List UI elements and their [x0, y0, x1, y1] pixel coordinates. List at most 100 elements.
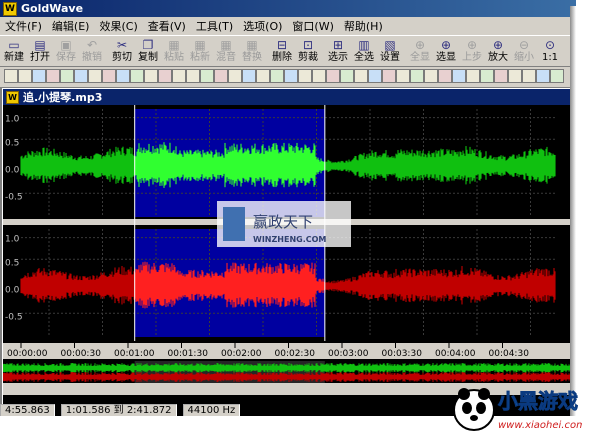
toolbar-button-15[interactable]: ⊕ 全显 — [409, 37, 431, 65]
toolbar-button-16[interactable]: ⊕ 选显 — [435, 37, 457, 65]
menu-item-2[interactable]: 效果(C) — [94, 18, 142, 34]
copy-icon: ❐ — [142, 38, 154, 52]
toolbar-button-2[interactable]: ▣ 保存 — [55, 37, 77, 65]
toolbar-button-label: 设置 — [380, 52, 400, 63]
replace-icon: ▦ — [246, 38, 258, 52]
toolbar-button-5[interactable]: ❐ 复制 — [137, 37, 159, 65]
delete-icon: ⊟ — [276, 38, 288, 52]
effect-tool-icon[interactable] — [452, 69, 466, 83]
effect-tool-icon[interactable] — [340, 69, 354, 83]
effect-tool-icon[interactable] — [60, 69, 74, 83]
toolbar-button-11[interactable]: ⊡ 剪裁 — [297, 37, 319, 65]
effect-tool-icon[interactable] — [172, 69, 186, 83]
effect-tool-icon[interactable] — [466, 69, 480, 83]
effect-tool-icon[interactable] — [298, 69, 312, 83]
effects-toolbar — [0, 67, 576, 88]
document-title-bar[interactable]: W 追.小提琴.mp3 — [3, 89, 576, 105]
menu-item-3[interactable]: 查看(V) — [143, 18, 191, 34]
effect-tool-icon[interactable] — [382, 69, 396, 83]
effect-tool-icon[interactable] — [424, 69, 438, 83]
paste-new-icon: ▦ — [194, 38, 206, 52]
effect-tool-icon[interactable] — [116, 69, 130, 83]
open-folder-icon: ▤ — [34, 38, 46, 52]
effect-tool-icon[interactable] — [46, 69, 60, 83]
effect-tool-icon[interactable] — [438, 69, 452, 83]
effect-tool-icon[interactable] — [158, 69, 172, 83]
effect-tool-icon[interactable] — [186, 69, 200, 83]
toolbar-button-12[interactable]: ⊞ 选示 — [327, 37, 349, 65]
menu-item-5[interactable]: 选项(O) — [238, 18, 287, 34]
amplitude-tick-label: 0.5 — [5, 258, 19, 268]
effect-tool-icon[interactable] — [536, 69, 550, 83]
effect-tool-icon[interactable] — [256, 69, 270, 83]
menu-item-7[interactable]: 帮助(H) — [339, 18, 388, 34]
effect-tool-icon[interactable] — [102, 69, 116, 83]
effect-tool-icon[interactable] — [4, 69, 18, 83]
toolbar-button-7[interactable]: ▦ 粘新 — [189, 37, 211, 65]
effect-tool-icon[interactable] — [368, 69, 382, 83]
zoom-all-icon: ⊕ — [414, 38, 426, 52]
toolbar-button-18[interactable]: ⊕ 放大 — [487, 37, 509, 65]
effect-tool-icon[interactable] — [284, 69, 298, 83]
effect-tool-icon[interactable] — [130, 69, 144, 83]
menu-bar: 文件(F) 编辑(E) 效果(C) 查看(V) 工具(T) 选项(O) 窗口(W) 帮助(H) — [0, 18, 388, 33]
effect-tool-icon[interactable] — [522, 69, 536, 83]
zoom-selection-icon: ⊕ — [440, 38, 452, 52]
time-tick-label: 00:03:00 — [328, 349, 369, 359]
effect-tool-icon[interactable] — [312, 69, 326, 83]
amplitude-tick-label: -0.5 — [5, 312, 23, 322]
watermark-cn: 赢政天下 — [253, 213, 313, 231]
effect-tool-icon[interactable] — [410, 69, 424, 83]
zoom-out-icon: ⊖ — [518, 38, 530, 52]
amplitude-tick-label: 1.0 — [5, 115, 20, 125]
effect-tool-icon[interactable] — [494, 69, 508, 83]
paste-icon: ▦ — [168, 38, 180, 52]
main-toolbar: ▭ 新建 ▤ 打开 ▣ 保存 ↶ 撤销 ✂ 剪切 ❐ 复制 ▦ 粘贴 ▦ 粘新 ▦ 混音 ▦ 替换 ⊟ 删除 ⊡ 剪裁 ⊞ 选示 ▥… — [0, 35, 576, 67]
toolbar-button-8[interactable]: ▦ 混音 — [215, 37, 237, 65]
cut-icon: ✂ — [116, 38, 128, 52]
effect-tool-icon[interactable] — [480, 69, 494, 83]
effect-tool-icon[interactable] — [508, 69, 522, 83]
effect-tool-icon[interactable] — [74, 69, 88, 83]
toolbar-button-14[interactable]: ▧ 设置 — [379, 37, 401, 65]
toolbar-button-9[interactable]: ▦ 替换 — [241, 37, 263, 65]
amplitude-tick-label: 0.0 — [5, 285, 20, 295]
select-view-icon: ⊞ — [332, 38, 344, 52]
menu-item-0[interactable]: 文件(F) — [0, 18, 47, 34]
toolbar-button-4[interactable]: ✂ 剪切 — [111, 37, 133, 65]
select-all-icon: ▥ — [358, 38, 370, 52]
effect-tool-icon[interactable] — [144, 69, 158, 83]
menu-item-4[interactable]: 工具(T) — [191, 18, 238, 34]
effect-tool-icon[interactable] — [214, 69, 228, 83]
effect-tool-icon[interactable] — [396, 69, 410, 83]
waveform-display[interactable]: 1.0 0.5 0.0 -0.5 1.0 0.5 0.0 -0.5 00:00:00 00:00:… — [3, 105, 576, 416]
effect-tool-icon[interactable] — [326, 69, 340, 83]
amplitude-tick-label: 0.0 — [5, 165, 20, 175]
toolbar-button-0[interactable]: ▭ 新建 — [3, 37, 25, 65]
status-length: 4:55.863 — [0, 404, 55, 416]
effect-tool-icon[interactable] — [354, 69, 368, 83]
toolbar-button-1[interactable]: ▤ 打开 — [29, 37, 51, 65]
corner-logo-url: www.xiaohei.com — [498, 420, 582, 431]
amplitude-tick-label: 0.5 — [5, 138, 19, 148]
effect-tool-icon[interactable] — [32, 69, 46, 83]
toolbar-button-3[interactable]: ↶ 撤销 — [81, 37, 103, 65]
menu-item-6[interactable]: 窗口(W) — [287, 18, 338, 34]
menu-item-1[interactable]: 编辑(E) — [47, 18, 95, 34]
toolbar-button-13[interactable]: ▥ 全选 — [353, 37, 375, 65]
toolbar-button-20[interactable]: ⊙ 1:1 — [539, 37, 561, 65]
toolbar-button-10[interactable]: ⊟ 删除 — [271, 37, 293, 65]
effect-tool-icon[interactable] — [88, 69, 102, 83]
undo-icon: ↶ — [86, 38, 98, 52]
effect-tool-icon[interactable] — [228, 69, 242, 83]
document-window: W 追.小提琴.mp3 1.0 0.5 0.0 -0.5 1.0 0.5 0.0 -0.5 00… — [2, 88, 576, 416]
effect-tool-icon[interactable] — [242, 69, 256, 83]
effect-tool-icon[interactable] — [550, 69, 564, 83]
effect-tool-icon[interactable] — [200, 69, 214, 83]
effect-tool-icon[interactable] — [18, 69, 32, 83]
toolbar-button-19[interactable]: ⊖ 缩小 — [513, 37, 535, 65]
effect-tool-icon[interactable] — [270, 69, 284, 83]
toolbar-button-17[interactable]: ⊕ 上步 — [461, 37, 483, 65]
app-window: W GoldWave 文件(F) 编辑(E) 效果(C) 查看(V) 工具(T) 选项(O… — [0, 0, 576, 416]
toolbar-button-6[interactable]: ▦ 粘贴 — [163, 37, 185, 65]
